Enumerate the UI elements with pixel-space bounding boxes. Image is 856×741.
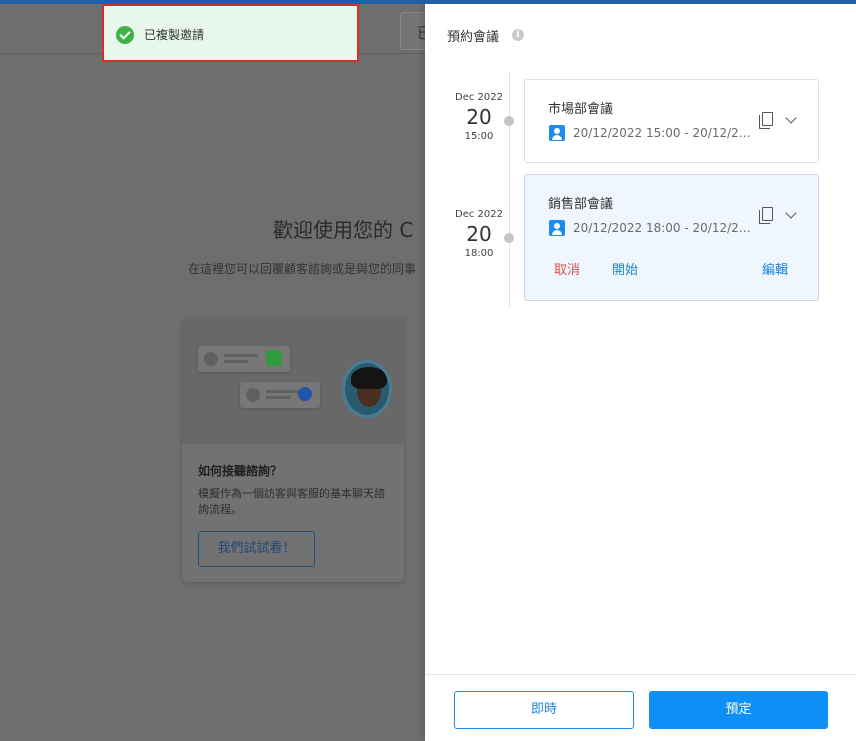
meeting-card[interactable]: 市場部會議 20/12/2022 15:00 - 20/12/2022 16:0… [524, 79, 819, 163]
tutorial-card-title: 如何接聽諮詢？ [198, 464, 283, 478]
start-meeting-button[interactable]: 開始 [612, 259, 638, 278]
agent-avatar [342, 360, 392, 418]
meeting-time-range: 20/12/2022 15:00 - 20/12/2022 16:00 [573, 126, 753, 140]
copy-icon[interactable] [759, 112, 775, 130]
meeting-title: 銷售部會議 [548, 197, 614, 212]
meeting-day: 20 [466, 222, 492, 246]
meeting-time: 15:00 [464, 131, 494, 142]
messenger-icon [298, 387, 312, 401]
chevron-down-icon[interactable] [785, 207, 797, 219]
meeting-day: 20 [466, 105, 492, 129]
edit-meeting-button[interactable]: 編輯 [762, 259, 788, 278]
welcome-subtitle: 在這裡您可以回覆顧客諮詢或是與您的同事 [188, 262, 417, 276]
tutorial-card-description: 模擬作為一個訪客與客服的基本聊天諮詢流程。 [198, 487, 385, 516]
meeting-month: Dec 2022 [455, 92, 503, 103]
meeting-title: 市場部會議 [548, 102, 614, 117]
tutorial-card: 如何接聽諮詢？ 模擬作為一個訪客與客服的基本聊天諮詢流程。 我們試試看！ [182, 318, 404, 582]
person-icon [549, 125, 565, 141]
info-icon[interactable]: i [512, 29, 524, 41]
chat-bubble-illustration [198, 346, 290, 372]
cancel-meeting-button[interactable]: 取消 [554, 259, 580, 278]
panel-footer: 即時 預定 [425, 674, 856, 741]
background-page: 已 歡迎使用您的 C 在這裡您可以回覆顧客諮詢或是與您的同事 如何接聽諮詢？ 模… [0, 0, 425, 741]
wechat-icon [266, 350, 282, 366]
meeting-time-range: 20/12/2022 18:00 - 20/12/2022 19:00 [573, 221, 753, 235]
top-accent-line [0, 0, 856, 4]
copy-icon[interactable] [759, 207, 775, 225]
toast-message: 已複製邀請 [144, 28, 205, 42]
person-icon [549, 220, 565, 236]
meeting-date: Dec 2022 20 15:00 [447, 92, 511, 142]
meeting-time: 18:00 [464, 248, 494, 259]
instant-meeting-button[interactable]: 即時 [454, 691, 634, 729]
check-circle-icon [116, 26, 134, 44]
try-it-button: 我們試試看！ [198, 531, 315, 567]
meeting-card-expanded[interactable]: 銷售部會議 20/12/2022 18:00 - 20/12/2022 19:0… [524, 174, 819, 301]
panel-title: 預約會議 [447, 30, 500, 45]
meeting-date: Dec 2022 20 18:00 [447, 209, 511, 259]
meeting-month: Dec 2022 [455, 209, 503, 220]
meeting-actions: 取消 開始 編輯 [525, 259, 820, 279]
tutorial-card-illustration [182, 318, 404, 444]
scheduled-meetings-panel: 預約會議 i Dec 2022 20 15:00 市場部會議 20/12/202… [425, 4, 856, 741]
chat-bubble-illustration [240, 382, 320, 408]
timeline-dot [504, 116, 514, 126]
chevron-down-icon[interactable] [785, 112, 797, 124]
background-header-button: 已 [400, 12, 425, 50]
timeline-dot [504, 233, 514, 243]
book-meeting-button[interactable]: 預定 [649, 691, 828, 729]
copied-toast: 已複製邀請 [102, 4, 359, 62]
